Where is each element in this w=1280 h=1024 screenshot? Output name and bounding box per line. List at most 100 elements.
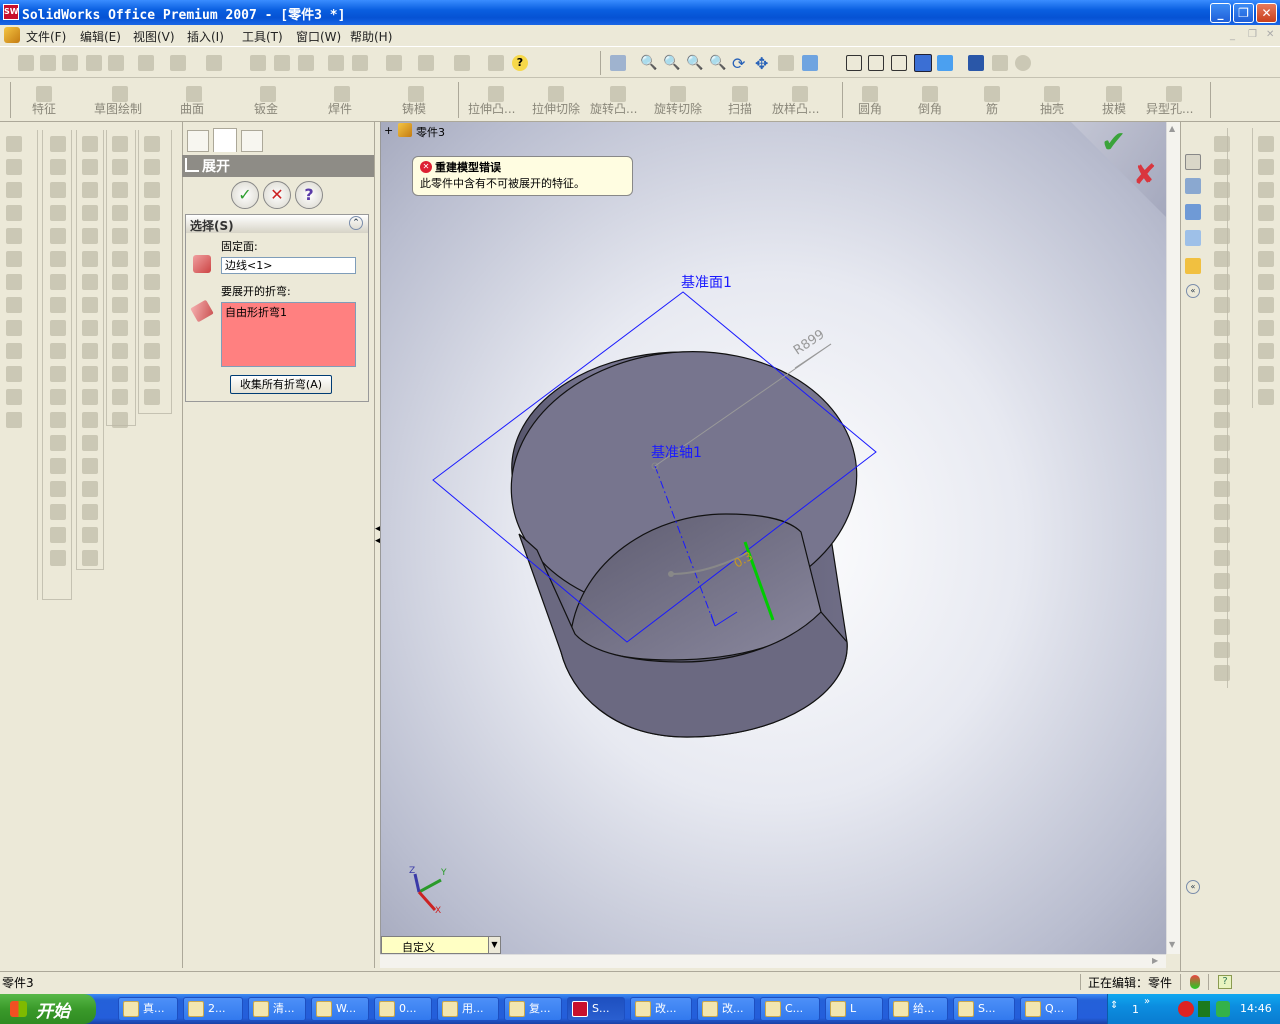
sketch-icon[interactable]	[352, 55, 368, 71]
collect-all-bends-button[interactable]: 收集所有折弯(A)	[230, 375, 332, 394]
sketch-tool-icon[interactable]	[1258, 343, 1274, 359]
sketch-tool-icon[interactable]	[1258, 205, 1274, 221]
vertical-scrollbar[interactable]: ▲ ▼	[1166, 122, 1180, 954]
toolbar-tool-icon[interactable]	[50, 435, 66, 451]
tab-surfaces[interactable]: 曲面	[180, 100, 204, 117]
close-button[interactable]: ✕	[1256, 3, 1277, 23]
menu-view[interactable]: 视图(V)	[133, 28, 175, 45]
wireframe-icon[interactable]	[846, 55, 862, 71]
toolbar-tool-icon[interactable]	[112, 205, 128, 221]
toolbar-tool-icon[interactable]	[82, 366, 98, 382]
hidden-lines-visible-icon[interactable]	[868, 55, 884, 71]
view-orientation-icon[interactable]	[802, 55, 818, 71]
sketch-tool-icon[interactable]	[1258, 274, 1274, 290]
undo-icon[interactable]	[170, 55, 186, 71]
toolbar-tool-icon[interactable]	[82, 182, 98, 198]
toolbar-tool-icon[interactable]	[82, 435, 98, 451]
sketch-tool-icon[interactable]	[1258, 320, 1274, 336]
loft-button[interactable]: 放样凸...	[772, 100, 819, 117]
taskbar-button[interactable]: 用...	[437, 997, 499, 1021]
collapse-arrows-icon[interactable]: «	[1186, 284, 1200, 298]
new-icon[interactable]	[18, 55, 34, 71]
shield-icon[interactable]	[1216, 1001, 1230, 1017]
taskbar-button[interactable]: 改...	[697, 997, 755, 1021]
sketch-tool-icon[interactable]	[1258, 297, 1274, 313]
collapse-chevron-icon[interactable]: ⌃	[349, 216, 363, 230]
toolbar-tool-icon[interactable]	[50, 136, 66, 152]
cancel-x-icon[interactable]: ✕	[263, 181, 291, 209]
zoom-to-area-icon[interactable]: 🔍	[663, 55, 680, 71]
realview-icon[interactable]	[992, 55, 1008, 71]
sketch-tool-icon[interactable]	[1214, 481, 1230, 497]
toolbar-tool-icon[interactable]	[6, 274, 22, 290]
toolbar-tool-icon[interactable]	[50, 297, 66, 313]
file-explorer-icon[interactable]	[1185, 204, 1201, 220]
open-icon[interactable]	[40, 55, 56, 71]
toolbar-tool-icon[interactable]	[50, 550, 66, 566]
sketch-tool-icon[interactable]	[1214, 228, 1230, 244]
taskbar-button[interactable]: C...	[760, 997, 820, 1021]
network-icon[interactable]	[1198, 1001, 1210, 1017]
revolve-boss-button[interactable]: 旋转凸...	[590, 100, 637, 117]
sweep-button[interactable]: 扫描	[728, 100, 752, 117]
help-question-icon[interactable]: ?	[295, 181, 323, 209]
sketch-tool-icon[interactable]	[1214, 527, 1230, 543]
toolbar-tool-icon[interactable]	[82, 412, 98, 428]
toolbar-tool-icon[interactable]	[144, 136, 160, 152]
toolbar-tool-icon[interactable]	[144, 205, 160, 221]
toolbar-tool-icon[interactable]	[112, 320, 128, 336]
toolbar-tool-icon[interactable]	[6, 366, 22, 382]
sketch-tool-icon[interactable]	[1214, 550, 1230, 566]
tab-weldments[interactable]: 焊件	[328, 100, 352, 117]
toolbar-tool-icon[interactable]	[6, 205, 22, 221]
sketch-tool-icon[interactable]	[1214, 619, 1230, 635]
sketch-tool-icon[interactable]	[1214, 435, 1230, 451]
sketch-tool-icon[interactable]	[1214, 182, 1230, 198]
menu-file[interactable]: 文件(F)	[26, 28, 66, 45]
toolbar-tool-icon[interactable]	[6, 343, 22, 359]
rib-button[interactable]: 筋	[986, 100, 998, 117]
taskbar-button[interactable]: 清...	[248, 997, 306, 1021]
toolbar-tool-icon[interactable]	[112, 412, 128, 428]
toolbar-tool-icon[interactable]	[82, 481, 98, 497]
toolbar-tool-icon[interactable]	[50, 343, 66, 359]
scroll-right-icon[interactable]: ▶	[1152, 956, 1158, 965]
extrude-boss-button[interactable]: 拉伸凸...	[468, 100, 515, 117]
toolbar-tool-icon[interactable]	[6, 320, 22, 336]
antivirus-icon[interactable]	[1178, 1001, 1194, 1017]
toolbar-tool-icon[interactable]	[112, 366, 128, 382]
shaded-with-edges-icon[interactable]	[914, 54, 932, 72]
options-icon[interactable]	[328, 55, 344, 71]
property-manager-tab-icon[interactable]	[213, 128, 237, 152]
toolbar-tool-icon[interactable]	[144, 297, 160, 313]
horizontal-scrollbar[interactable]: ▶	[380, 954, 1166, 968]
toolbar-tool-icon[interactable]	[82, 320, 98, 336]
sketch-tool-icon[interactable]	[1258, 159, 1274, 175]
taskbar-button[interactable]: S...	[567, 997, 625, 1021]
scroll-up-icon[interactable]: ▲	[1169, 124, 1175, 133]
zoom-to-fit-icon[interactable]: 🔍	[640, 55, 657, 71]
sketch-tool-icon[interactable]	[1214, 366, 1230, 382]
sketch-tool-icon[interactable]	[1214, 665, 1230, 681]
toolbar-tool-icon[interactable]	[6, 159, 22, 175]
toolbar-tool-icon[interactable]	[82, 389, 98, 405]
toolbar-tool-icon[interactable]	[112, 389, 128, 405]
toolbar-tool-icon[interactable]	[50, 205, 66, 221]
scroll-down-icon[interactable]: ▼	[1169, 940, 1175, 949]
taskbar-button[interactable]: S...	[953, 997, 1015, 1021]
sketch-tool-icon[interactable]	[1214, 159, 1230, 175]
confirm-ok-icon[interactable]: ✔	[1101, 125, 1126, 160]
toolbar-tool-icon[interactable]	[82, 228, 98, 244]
toolbar-tool-icon[interactable]	[112, 274, 128, 290]
taskbar-button[interactable]: Q...	[1020, 997, 1078, 1021]
home-icon[interactable]	[1185, 154, 1201, 170]
toolbar-tool-icon[interactable]	[144, 251, 160, 267]
toolbar-tool-icon[interactable]	[50, 458, 66, 474]
solidworks-logo-icon[interactable]	[4, 27, 20, 43]
help-status-icon[interactable]: ?	[1218, 975, 1232, 989]
feature-manager-tab-icon[interactable]	[187, 130, 209, 152]
sketch-tool-icon[interactable]	[1214, 412, 1230, 428]
shaded-icon[interactable]	[937, 55, 953, 71]
doc-restore-icon[interactable]: ❐	[1248, 29, 1257, 40]
sketch-tool-icon[interactable]	[1258, 366, 1274, 382]
